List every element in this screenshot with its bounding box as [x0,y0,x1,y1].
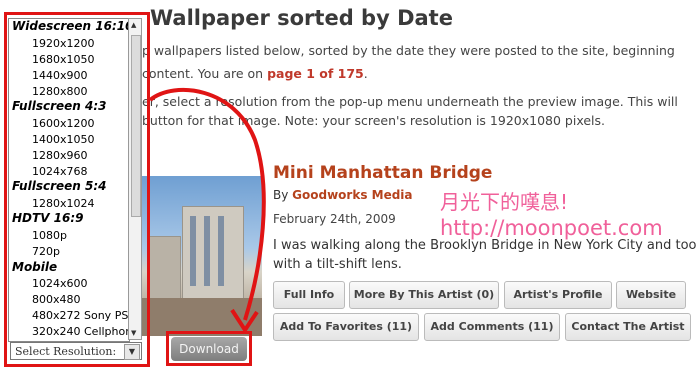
resolution-highlight-frame [4,12,150,367]
arrow-curve [148,87,266,321]
watermark-title: 月光下的嘆息! [440,190,569,214]
arrow-head [230,308,259,334]
watermark-url: http://moonpoet.com [440,216,663,240]
